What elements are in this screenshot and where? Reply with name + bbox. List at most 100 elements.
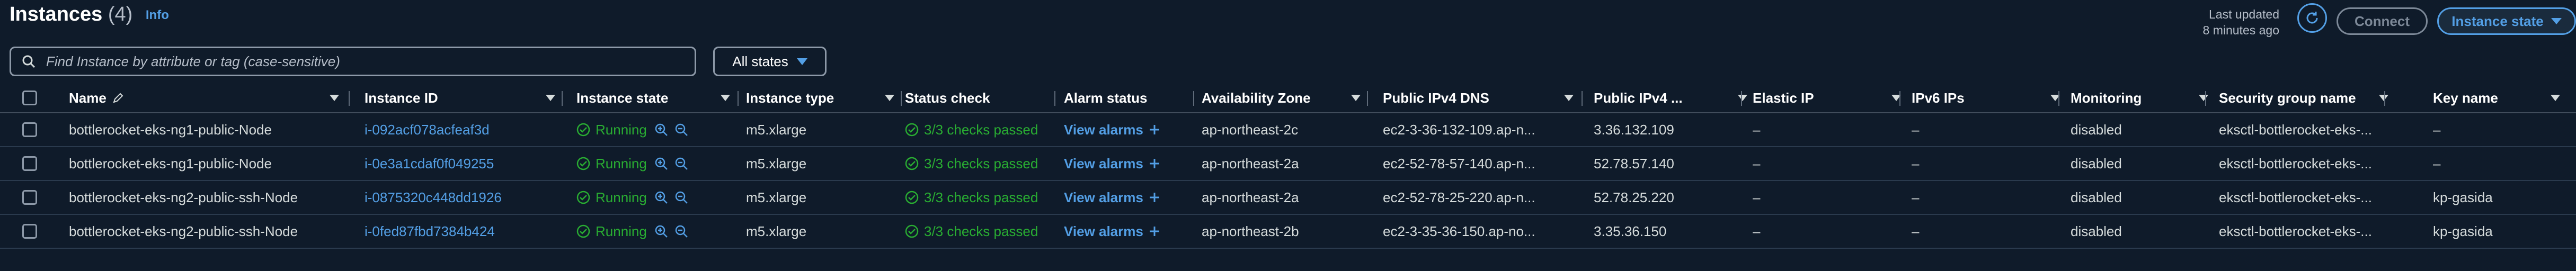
- col-header-name[interactable]: Name: [69, 84, 344, 112]
- instance-name: bottlerocket-eks-ng1-public-Node: [69, 155, 272, 171]
- column-divider[interactable]: [349, 91, 350, 106]
- page-header: Instances (4) Info Last updated 8 minute…: [10, 0, 2576, 48]
- status-check-label: 3/3 checks passed: [924, 223, 1038, 239]
- col-header-instance-state[interactable]: Instance state: [576, 84, 735, 112]
- plus-icon[interactable]: [1149, 192, 1160, 203]
- refresh-button[interactable]: [2297, 3, 2327, 33]
- status-check[interactable]: 3/3 checks passed: [905, 181, 1053, 214]
- instance-state: Running: [576, 147, 735, 180]
- select-all-checkbox[interactable]: [22, 84, 43, 112]
- sort-caret-icon[interactable]: [2199, 95, 2208, 101]
- column-divider[interactable]: [2058, 91, 2059, 106]
- column-divider[interactable]: [738, 91, 739, 106]
- column-divider[interactable]: [1582, 91, 1583, 106]
- edit-icon[interactable]: [112, 92, 125, 104]
- zoom-out-icon[interactable]: [674, 157, 688, 170]
- row-checkbox[interactable]: [22, 113, 43, 146]
- column-divider[interactable]: [1193, 91, 1194, 106]
- connect-button[interactable]: Connect: [2337, 7, 2428, 35]
- sort-caret-icon[interactable]: [546, 95, 555, 101]
- sort-caret-icon[interactable]: [721, 95, 730, 101]
- column-divider[interactable]: [562, 91, 563, 106]
- col-header-key-name[interactable]: Key name: [2433, 84, 2565, 112]
- col-header-status-check[interactable]: Status check: [905, 84, 1059, 112]
- sort-caret-icon[interactable]: [1351, 95, 1361, 101]
- zoom-in-icon[interactable]: [654, 123, 668, 137]
- monitoring: disabled: [2071, 223, 2122, 239]
- alarm-status[interactable]: View alarms: [1064, 215, 1196, 248]
- status-check[interactable]: 3/3 checks passed: [905, 147, 1053, 180]
- view-alarms-link[interactable]: View alarms: [1064, 189, 1143, 206]
- state-label: Running: [596, 121, 647, 138]
- info-link[interactable]: Info: [146, 8, 169, 22]
- plus-icon[interactable]: [1149, 158, 1160, 169]
- checkmark-circle-icon: [576, 157, 590, 170]
- plus-icon[interactable]: [1149, 225, 1160, 237]
- col-header-ipv6-ips[interactable]: IPv6 IPs: [1912, 84, 2065, 112]
- instance-state: Running: [576, 113, 735, 146]
- sort-caret-icon[interactable]: [2379, 95, 2388, 101]
- ipv6-ips: –: [1912, 223, 1920, 239]
- view-alarms-link[interactable]: View alarms: [1064, 122, 1143, 138]
- instance-id-link[interactable]: i-0875320c448dd1926: [365, 181, 561, 214]
- sort-caret-icon[interactable]: [885, 95, 894, 101]
- instance-id-link[interactable]: i-092acf078acfeaf3d: [365, 113, 561, 146]
- state-label: Running: [596, 223, 647, 239]
- instance-id-link[interactable]: i-0e3a1cdaf0f049255: [365, 147, 561, 180]
- checkmark-circle-icon: [905, 191, 919, 204]
- alarm-status[interactable]: View alarms: [1064, 147, 1196, 180]
- plus-icon[interactable]: [1149, 124, 1160, 136]
- column-divider[interactable]: [901, 91, 902, 106]
- instances-page: Instances (4) Info Last updated 8 minute…: [0, 0, 2576, 271]
- instance-state-button[interactable]: Instance state: [2437, 7, 2576, 35]
- column-divider[interactable]: [2205, 91, 2206, 106]
- table-row[interactable]: bottlerocket-eks-ng2-public-ssh-Node i-0…: [0, 181, 2576, 215]
- col-header-availability-zone[interactable]: Availability Zone: [1202, 84, 1366, 112]
- search-input[interactable]: [45, 52, 695, 70]
- col-header-elastic-ip[interactable]: Elastic IP: [1753, 84, 1906, 112]
- row-checkbox[interactable]: [22, 215, 43, 248]
- public-ipv4: 3.35.36.150: [1594, 223, 1667, 239]
- view-alarms-link[interactable]: View alarms: [1064, 156, 1143, 172]
- col-header-alarm-status[interactable]: Alarm status: [1064, 84, 1196, 112]
- column-divider[interactable]: [1899, 91, 1900, 106]
- view-alarms-link[interactable]: View alarms: [1064, 223, 1143, 240]
- public-ipv4: 3.36.132.109: [1594, 121, 1674, 138]
- status-check-label: 3/3 checks passed: [924, 155, 1038, 171]
- page-title: Instances (4) Info: [10, 3, 169, 25]
- zoom-in-icon[interactable]: [654, 224, 668, 238]
- alarm-status[interactable]: View alarms: [1064, 181, 1196, 214]
- col-header-security-group[interactable]: Security group name: [2219, 84, 2394, 112]
- instance-id-link[interactable]: i-0fed87fbd7384b424: [365, 215, 561, 248]
- key-name: kp-gasida: [2433, 189, 2493, 205]
- table-row[interactable]: bottlerocket-eks-ng2-public-ssh-Node i-0…: [0, 215, 2576, 249]
- col-header-instance-id[interactable]: Instance ID: [365, 84, 561, 112]
- zoom-out-icon[interactable]: [674, 123, 688, 137]
- col-header-public-ipv4-dns[interactable]: Public IPv4 DNS: [1383, 84, 1579, 112]
- status-check[interactable]: 3/3 checks passed: [905, 113, 1053, 146]
- table-row[interactable]: bottlerocket-eks-ng1-public-Node i-092ac…: [0, 113, 2576, 147]
- sort-caret-icon[interactable]: [1738, 95, 1747, 101]
- zoom-in-icon[interactable]: [654, 191, 668, 204]
- search-bar[interactable]: [10, 47, 696, 76]
- states-filter-select[interactable]: All states: [713, 47, 827, 76]
- col-header-monitoring[interactable]: Monitoring: [2071, 84, 2214, 112]
- row-checkbox[interactable]: [22, 181, 43, 214]
- column-divider[interactable]: [2384, 91, 2385, 106]
- sort-caret-icon[interactable]: [2551, 95, 2560, 101]
- column-divider[interactable]: [1054, 91, 1055, 106]
- alarm-status[interactable]: View alarms: [1064, 113, 1196, 146]
- row-checkbox[interactable]: [22, 147, 43, 180]
- zoom-out-icon[interactable]: [674, 224, 688, 238]
- zoom-out-icon[interactable]: [674, 191, 688, 204]
- col-header-instance-type[interactable]: Instance type: [746, 84, 900, 112]
- table-row[interactable]: bottlerocket-eks-ng1-public-Node i-0e3a1…: [0, 147, 2576, 181]
- status-check[interactable]: 3/3 checks passed: [905, 215, 1053, 248]
- column-divider[interactable]: [1367, 91, 1368, 106]
- sort-caret-icon[interactable]: [1564, 95, 1574, 101]
- col-header-public-ipv4[interactable]: Public IPv4 ...: [1594, 84, 1753, 112]
- sort-caret-icon[interactable]: [330, 95, 339, 101]
- zoom-in-icon[interactable]: [654, 157, 668, 170]
- column-divider[interactable]: [1741, 91, 1742, 106]
- state-label: Running: [596, 189, 647, 205]
